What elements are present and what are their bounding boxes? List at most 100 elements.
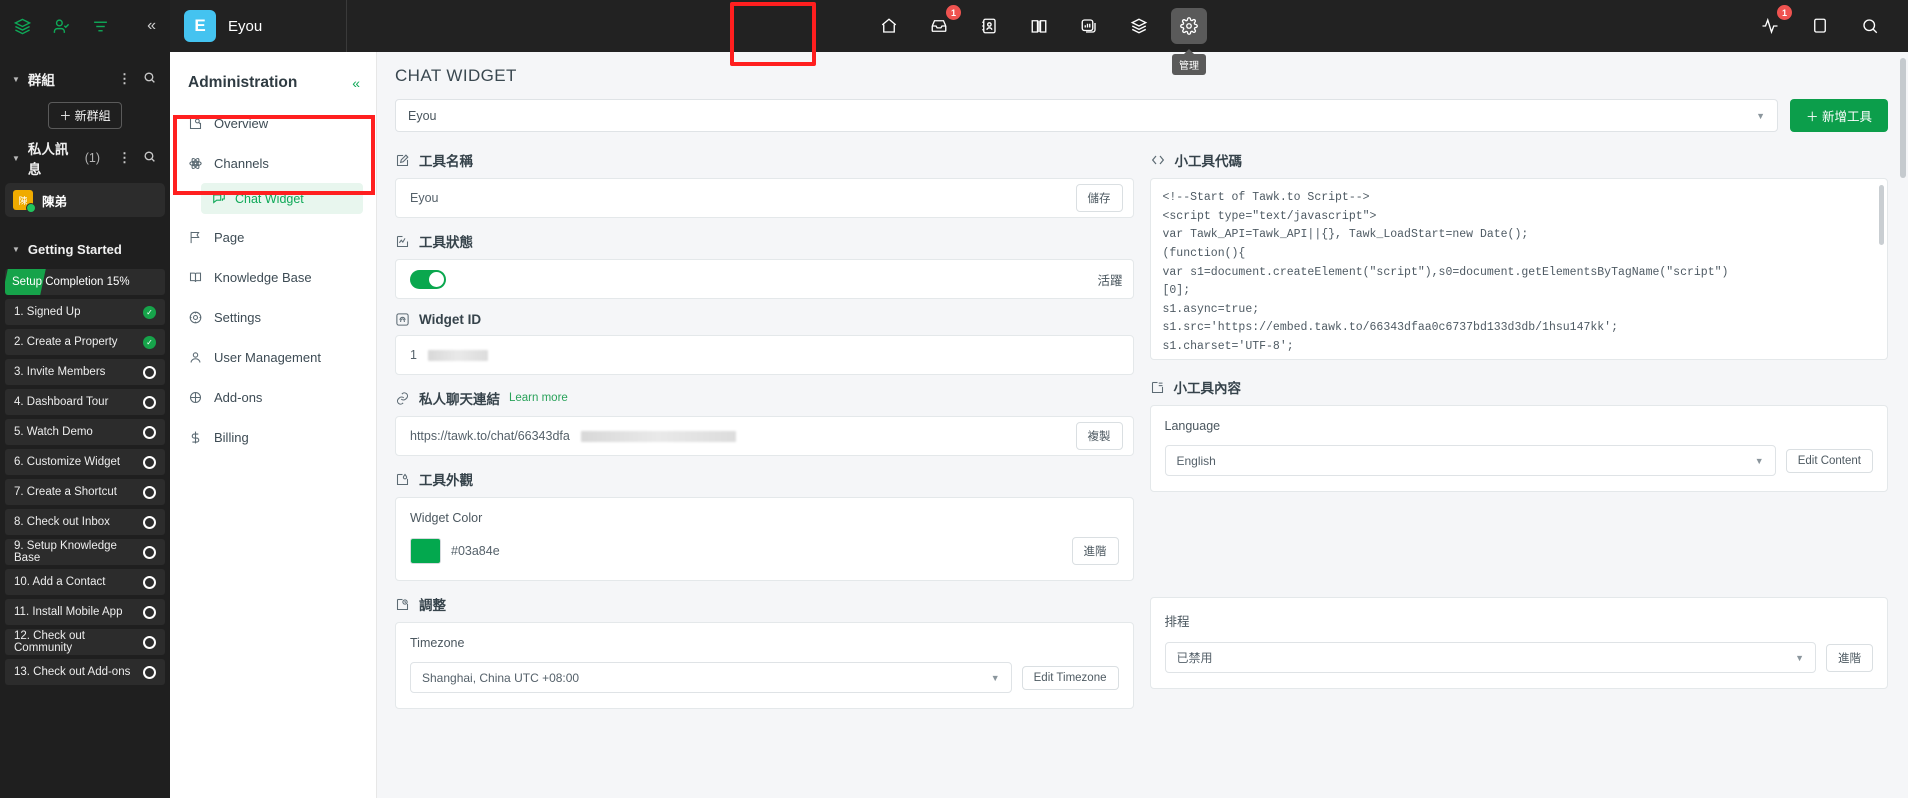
task-label: 12. Check out Community <box>14 630 85 654</box>
dm-count: (1) <box>84 151 100 165</box>
nav-addons-button[interactable] <box>1121 8 1157 44</box>
sidebar-item-overview[interactable]: Overview <box>170 106 376 140</box>
getting-started-task[interactable]: 5. Watch Demo <box>5 419 165 445</box>
task-pending-icon <box>143 365 156 379</box>
nav-knowledge-base-button[interactable] <box>1021 8 1057 44</box>
sidebar-item-page[interactable]: Page <box>170 220 376 254</box>
getting-started-task[interactable]: 4. Dashboard Tour <box>5 389 165 415</box>
brand[interactable]: E Eyou <box>170 0 347 52</box>
filter-icon[interactable] <box>92 18 109 35</box>
schedule-select[interactable]: 已禁用 ▼ <box>1164 642 1816 673</box>
getting-started-task[interactable]: 12. Check out Community <box>5 629 165 655</box>
widget-name-value[interactable]: Eyou <box>410 191 439 205</box>
dm-more-icon[interactable]: ⋮ <box>116 150 133 166</box>
nav-reports-button[interactable] <box>1071 8 1107 44</box>
getting-started-task[interactable]: 11. Install Mobile App <box>5 599 165 625</box>
add-widget-button[interactable]: ＋ 新增工具 <box>1790 99 1888 132</box>
task-label: 7. Create a Shortcut <box>14 486 117 498</box>
getting-started-task[interactable]: 9. Setup Knowledge Base <box>5 539 165 565</box>
task-complete-icon: ✓ <box>143 335 156 349</box>
edit-content-button[interactable]: Edit Content <box>1785 448 1873 473</box>
sidebar-item-channels[interactable]: Channels <box>170 146 376 180</box>
getting-started-header[interactable]: ▼ Getting Started <box>0 233 170 265</box>
layers-icon[interactable] <box>14 18 31 35</box>
task-pending-icon <box>143 665 156 679</box>
sidebar-item-user-management[interactable]: User Management <box>170 340 376 374</box>
getting-started-task[interactable]: 2. Create a Property ✓ <box>5 329 165 355</box>
sidebar-item-label: Overview <box>214 115 269 131</box>
property-select[interactable]: Eyou ▼ <box>395 99 1779 132</box>
chat-icon[interactable] <box>1802 8 1838 44</box>
appearance-title-row: 工具外觀 <box>395 469 1134 489</box>
appearance-card: Widget Color #03a84e 進階 <box>395 497 1134 581</box>
right-column: 小工具代碼 <!--Start of Tawk.to Script--> <scr… <box>1149 146 1888 709</box>
dm-search-icon[interactable] <box>141 150 158 166</box>
nav-contacts-button[interactable] <box>971 8 1007 44</box>
dm-section-header[interactable]: ▼ 私人訊息 (1) ⋮ <box>0 141 170 177</box>
widget-status-toggle[interactable] <box>410 269 446 289</box>
copy-button[interactable]: 複製 <box>1075 422 1123 450</box>
task-pending-icon <box>143 575 156 589</box>
chevron-down-icon: ▼ <box>12 244 20 254</box>
task-label: 6. Customize Widget <box>14 456 121 468</box>
rail-collapse-button[interactable]: « <box>147 17 156 35</box>
groups-section-header[interactable]: ▼ 群組 ⋮ <box>0 62 170 96</box>
left-rail: « ▼ 群組 ⋮ ＋ 新群組 ▼ 私人訊息 (1) ⋮ 陳 陳弟 ▼ Getti… <box>0 0 170 798</box>
getting-started-task[interactable]: 6. Customize Widget <box>5 449 165 475</box>
widget-content-title: 小工具內容 <box>1173 381 1242 396</box>
task-label: 10. Add a Contact <box>14 576 106 588</box>
book-icon <box>188 270 203 285</box>
monitoring-icon[interactable]: 1 <box>1752 5 1792 44</box>
appearance-advanced-button[interactable]: 進階 <box>1071 537 1119 565</box>
schedule-advanced-button[interactable]: 進階 <box>1826 643 1873 672</box>
nav-settings-gear-button[interactable]: 管理 <box>1171 8 1207 75</box>
widget-id-value[interactable]: 1 <box>410 348 417 362</box>
getting-started-task[interactable]: 13. Check out Add-ons <box>5 659 165 685</box>
nav-inbox-button[interactable]: 1 <box>921 5 961 44</box>
widget-name-title: 工具名稱 <box>419 154 473 169</box>
language-select[interactable]: English ▼ <box>1164 445 1776 476</box>
page-title: CHAT WIDGET <box>395 66 517 85</box>
main-scrollbar[interactable] <box>1900 58 1906 178</box>
getting-started-task[interactable]: 10. Add a Contact <box>5 569 165 595</box>
admin-collapse-button[interactable]: « <box>352 75 360 91</box>
groups-more-icon[interactable]: ⋮ <box>116 71 133 87</box>
private-link-value[interactable]: https://tawk.to/chat/66343dfa <box>410 429 570 443</box>
sidebar-item-add-ons[interactable]: Add-ons <box>170 380 376 414</box>
dm-contact-row[interactable]: 陳 陳弟 <box>5 183 165 217</box>
sidebar-item-billing[interactable]: Billing <box>170 420 376 454</box>
sidebar-item-knowledge-base[interactable]: Knowledge Base <box>170 260 376 294</box>
widget-code-box[interactable]: <!--Start of Tawk.to Script--> <script ty… <box>1149 178 1888 360</box>
getting-started-task[interactable]: 7. Create a Shortcut <box>5 479 165 505</box>
widget-status-row: 活躍 <box>396 260 1133 298</box>
save-button[interactable]: 儲存 <box>1075 184 1123 212</box>
user-check-icon[interactable] <box>53 18 70 35</box>
chevron-down-icon: ▼ <box>1754 455 1764 466</box>
getting-started-task[interactable]: 1. Signed Up ✓ <box>5 299 165 325</box>
search-icon[interactable] <box>1852 8 1888 44</box>
widget-id-title: Widget ID <box>419 312 482 327</box>
task-label: 5. Watch Demo <box>14 426 93 438</box>
getting-started-task[interactable]: 3. Invite Members <box>5 359 165 385</box>
language-card: Language English ▼ Edit Content <box>1149 405 1888 492</box>
new-group-button[interactable]: ＋ 新群組 <box>48 102 122 129</box>
nav-home-button[interactable] <box>871 8 907 44</box>
edit-timezone-button[interactable]: Edit Timezone <box>1021 665 1119 690</box>
sidebar-item-label: Billing <box>214 429 249 445</box>
task-pending-icon <box>143 395 156 409</box>
timezone-select[interactable]: Shanghai, China UTC +08:00 ▼ <box>410 662 1012 693</box>
dm-label: 私人訊息 <box>27 142 69 177</box>
getting-started-task-list: 1. Signed Up ✓ 2. Create a Property ✓ 3. Inv… <box>0 295 170 685</box>
code-scrollbar[interactable] <box>1879 185 1884 245</box>
getting-started-task[interactable]: 8. Check out Inbox <box>5 509 165 535</box>
sidebar-subitem-label: Chat Widget <box>235 191 304 206</box>
task-label: 3. Invite Members <box>14 366 106 378</box>
code-line: s1.src='https://embed.tawk.to/66343dfaa0… <box>1162 321 1618 335</box>
sidebar-item-settings[interactable]: Settings <box>170 300 376 334</box>
rail-toolbar: « <box>0 0 170 52</box>
sidebar-item-chat-widget[interactable]: Chat Widget <box>201 183 363 214</box>
groups-search-icon[interactable] <box>141 71 158 87</box>
widget-color-swatch[interactable] <box>410 538 441 564</box>
private-link-redaction <box>580 430 736 442</box>
learn-more-link[interactable]: Learn more <box>509 392 568 404</box>
